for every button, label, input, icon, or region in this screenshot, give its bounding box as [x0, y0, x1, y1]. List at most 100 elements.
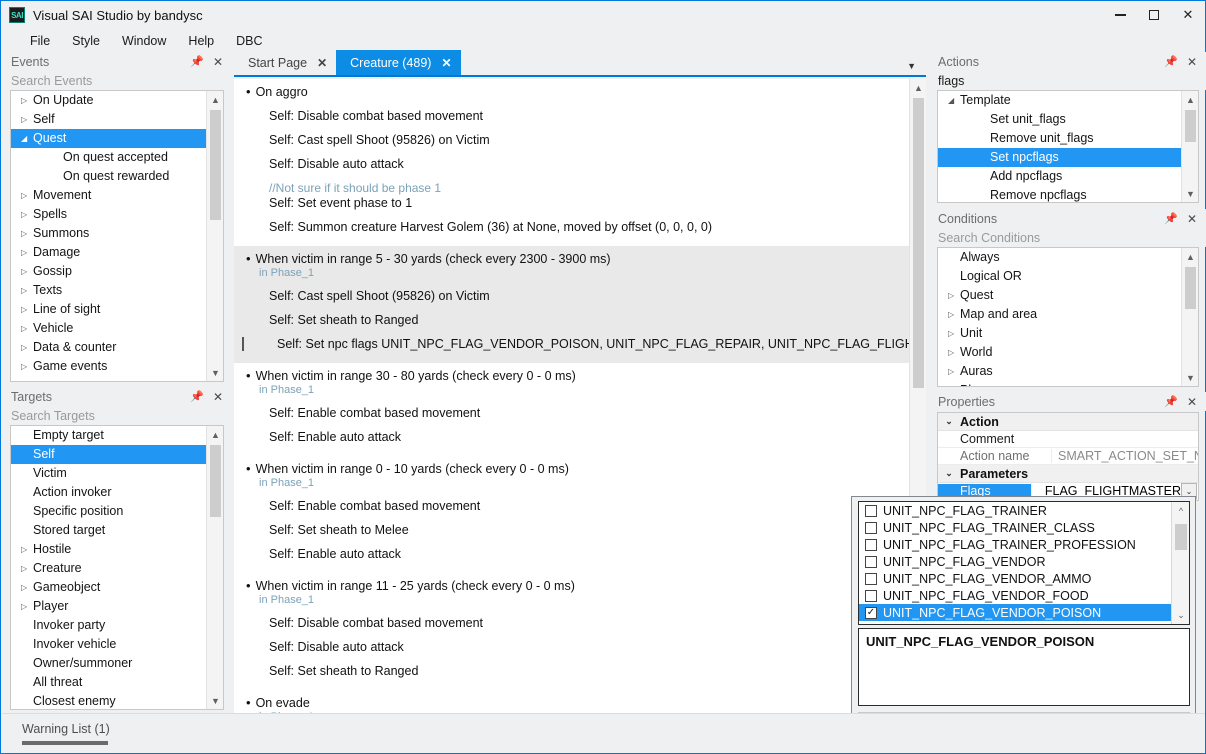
pin-icon[interactable]: 📌: [1164, 395, 1178, 408]
scroll-up-icon[interactable]: ▲: [910, 79, 926, 96]
flags-picker-popup[interactable]: UNIT_NPC_FLAG_TRAINERUNIT_NPC_FLAG_TRAIN…: [851, 496, 1196, 733]
actions-item-set-unit-flags[interactable]: Set unit_flags: [938, 110, 1181, 129]
events-item-damage[interactable]: ▷Damage: [11, 243, 206, 262]
chevron-right-icon[interactable]: ▷: [948, 343, 960, 362]
scroll-down-icon[interactable]: ▼: [1182, 369, 1199, 386]
event-group[interactable]: •When victim in range 5 - 30 yards (chec…: [234, 246, 909, 363]
events-item-summons[interactable]: ▷Summons: [11, 224, 206, 243]
chevron-down-icon[interactable]: ⌄: [938, 416, 960, 427]
chevron-right-icon[interactable]: ▷: [21, 262, 33, 281]
events-item-vehicle[interactable]: ▷Vehicle: [11, 319, 206, 338]
chevron-right-icon[interactable]: ▷: [21, 186, 33, 205]
conditions-item-always[interactable]: Always: [938, 248, 1181, 267]
property-group-action[interactable]: ⌄Action: [938, 413, 1198, 431]
menu-window[interactable]: Window: [111, 31, 177, 51]
event-group[interactable]: •When victim in range 30 - 80 yards (che…: [234, 363, 909, 456]
actions-tree[interactable]: ◢Template Set unit_flags Remove unit_fla…: [937, 90, 1199, 203]
action-row[interactable]: Self: Enable combat based movement: [234, 499, 909, 513]
scrollbar-thumb[interactable]: [210, 445, 221, 517]
menu-file[interactable]: File: [19, 31, 61, 51]
pin-icon[interactable]: 📌: [1164, 55, 1178, 68]
targets-item-invoker-party[interactable]: Invoker party: [11, 616, 206, 635]
events-item-line-of-sight[interactable]: ▷Line of sight: [11, 300, 206, 319]
chevron-right-icon[interactable]: ▷: [948, 362, 960, 381]
flags-value-textbox[interactable]: UNIT_NPC_FLAG_VENDOR_POISON: [858, 628, 1190, 706]
close-icon[interactable]: ✕: [1187, 55, 1197, 69]
event-header[interactable]: •On aggro: [234, 85, 909, 99]
scroll-up-icon[interactable]: ▲: [1182, 248, 1199, 265]
chevron-right-icon[interactable]: ▷: [21, 300, 33, 319]
checkbox-icon[interactable]: [865, 590, 877, 602]
targets-item-victim[interactable]: Victim: [11, 464, 206, 483]
event-group[interactable]: •When victim in range 0 - 10 yards (chec…: [234, 456, 909, 573]
actions-item-set-npcflags[interactable]: Set npcflags: [938, 148, 1181, 167]
event-group[interactable]: •When victim in range 11 - 25 yards (che…: [234, 573, 909, 690]
flag-list-item[interactable]: UNIT_NPC_FLAG_TRAINER_PROFESSION: [859, 536, 1171, 553]
conditions-scrollbar[interactable]: ▲ ▼: [1181, 248, 1198, 386]
action-row[interactable]: Self: Summon creature Harvest Golem (36)…: [234, 220, 909, 234]
targets-item-all-threat[interactable]: All threat: [11, 673, 206, 692]
script-editor[interactable]: •On aggro Self: Disable combat based move…: [234, 79, 926, 714]
targets-item-creature[interactable]: ▷Creature: [11, 559, 206, 578]
event-header[interactable]: •When victim in range 5 - 30 yards (chec…: [234, 252, 909, 266]
menu-help[interactable]: Help: [177, 31, 225, 51]
checkbox-icon[interactable]: [865, 556, 877, 568]
targets-item-owner-summoner[interactable]: Owner/summoner: [11, 654, 206, 673]
tab-list-chevron-down-icon[interactable]: ▼: [907, 61, 926, 75]
flag-list-item[interactable]: UNIT_NPC_FLAG_VENDOR_REAGENT: [859, 621, 1171, 624]
events-tree[interactable]: ▷On Update▷Self◢Quest On quest accepted …: [10, 90, 224, 382]
close-icon[interactable]: ✕: [213, 390, 223, 404]
checkbox-icon[interactable]: ✓: [865, 607, 877, 619]
event-header[interactable]: •When victim in range 0 - 10 yards (chec…: [234, 462, 909, 476]
actions-item-remove-npcflags[interactable]: Remove npcflags: [938, 186, 1181, 202]
chevron-right-icon[interactable]: ▷: [21, 559, 33, 578]
events-scrollbar[interactable]: ▲ ▼: [206, 91, 223, 381]
scrollbar-thumb[interactable]: [1185, 110, 1196, 142]
scrollbar-thumb[interactable]: [913, 98, 924, 388]
targets-item-gameobject[interactable]: ▷Gameobject: [11, 578, 206, 597]
chevron-right-icon[interactable]: ▷: [21, 281, 33, 300]
close-icon[interactable]: ✕: [213, 55, 223, 69]
scroll-up-icon[interactable]: ^: [1172, 502, 1190, 519]
property-group-parameters[interactable]: ⌄Parameters: [938, 465, 1198, 483]
event-header[interactable]: •On evade: [234, 696, 909, 710]
chevron-right-icon[interactable]: ▷: [948, 305, 960, 324]
property-value[interactable]: SMART_ACTION_SET_NPC: [1051, 449, 1198, 463]
scrollbar-thumb[interactable]: [210, 110, 221, 220]
chevron-right-icon[interactable]: ▷: [948, 324, 960, 343]
pin-icon[interactable]: 📌: [1164, 212, 1178, 225]
flag-list-item[interactable]: UNIT_NPC_FLAG_VENDOR_FOOD: [859, 587, 1171, 604]
pin-icon[interactable]: 📌: [190, 390, 204, 403]
conditions-item-world[interactable]: ▷World: [938, 343, 1181, 362]
warning-list-tab[interactable]: Warning List (1): [22, 722, 110, 736]
events-item-texts[interactable]: ▷Texts: [11, 281, 206, 300]
flag-list-item[interactable]: UNIT_NPC_FLAG_VENDOR_AMMO: [859, 570, 1171, 587]
targets-item-hostile[interactable]: ▷Hostile: [11, 540, 206, 559]
actions-scrollbar[interactable]: ▲ ▼: [1181, 91, 1198, 202]
action-row[interactable]: Self: Cast spell Shoot (95826) on Victim: [234, 289, 909, 303]
targets-item-player[interactable]: ▷Player: [11, 597, 206, 616]
targets-scrollbar[interactable]: ▲ ▼: [206, 426, 223, 709]
chevron-right-icon[interactable]: ▷: [21, 205, 33, 224]
conditions-item-unit[interactable]: ▷Unit: [938, 324, 1181, 343]
chevron-right-icon[interactable]: ▷: [21, 319, 33, 338]
checkbox-icon[interactable]: [865, 522, 877, 534]
action-row[interactable]: Self: Disable auto attack: [234, 640, 909, 654]
action-row[interactable]: Self: Disable combat based movement: [234, 616, 909, 630]
scroll-down-icon[interactable]: ▼: [1182, 185, 1199, 202]
actions-item-add-npcflags[interactable]: Add npcflags: [938, 167, 1181, 186]
chevron-right-icon[interactable]: ▷: [21, 578, 33, 597]
action-row[interactable]: Self: Cast spell Shoot (95826) on Victim: [234, 133, 909, 147]
targets-item-empty-target[interactable]: Empty target: [11, 426, 206, 445]
events-search-input[interactable]: Search Events: [2, 71, 232, 90]
scroll-up-icon[interactable]: ▲: [207, 91, 224, 108]
targets-item-action-invoker[interactable]: Action invoker: [11, 483, 206, 502]
conditions-item-map-and-area[interactable]: ▷Map and area: [938, 305, 1181, 324]
chevron-down-icon[interactable]: ◢: [21, 129, 33, 148]
events-item-on-quest-rewarded[interactable]: On quest rewarded: [11, 167, 206, 186]
actions-search-input[interactable]: flags: [929, 71, 1206, 90]
events-item-gossip[interactable]: ▷Gossip: [11, 262, 206, 281]
targets-tree[interactable]: Empty target Self Victim Action invoker …: [10, 425, 224, 710]
scroll-up-icon[interactable]: ▲: [1182, 91, 1199, 108]
action-row[interactable]: Self: Disable auto attack: [234, 157, 909, 171]
